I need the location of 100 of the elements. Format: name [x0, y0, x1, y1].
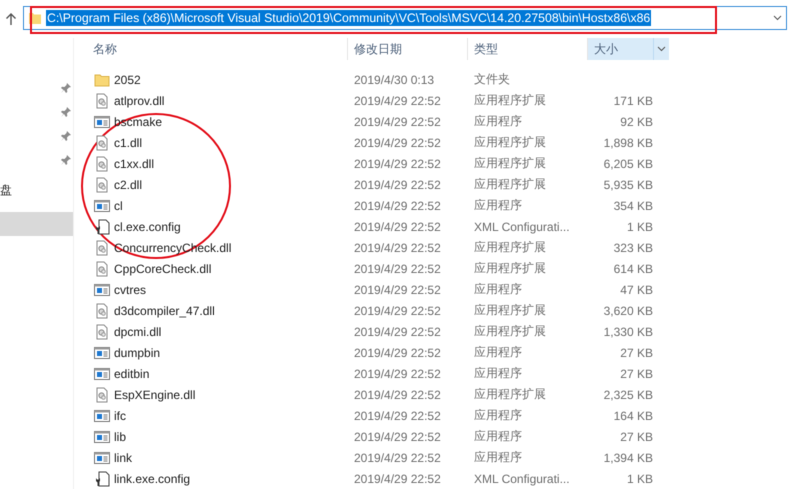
modified-date: 2019/4/29 22:52	[354, 262, 442, 276]
file-name[interactable]: cl	[94, 198, 348, 214]
modified-date: 2019/4/29 22:52	[354, 472, 442, 486]
chevron-icon	[657, 46, 666, 52]
modified-date: 2019/4/29 22:52	[354, 324, 442, 338]
modified-date: 2019/4/29 22:52	[354, 346, 442, 360]
file-size: 171 KB	[612, 94, 653, 108]
file-name[interactable]: c1.dll	[94, 134, 348, 150]
file-size: 27 KB	[619, 430, 653, 444]
file-type: 应用程序	[474, 449, 523, 466]
gear-file-icon	[94, 156, 110, 172]
file-size: 3,620 KB	[602, 304, 653, 318]
file-name[interactable]: d3dcompiler_47.dll	[94, 302, 348, 318]
address-bar[interactable]: C:\Program Files (x86)\Microsoft Visual Studio\2019\Community\VC\Tools\MSVC\14.20.27508\bin\Hostx86\x86	[23, 6, 787, 30]
file-type: 应用程序扩展	[474, 134, 547, 151]
file-name[interactable]: cvtres	[94, 282, 348, 298]
file-size: 164 KB	[612, 408, 653, 422]
file-name[interactable]: ifc	[94, 408, 348, 424]
modified-date: 2019/4/29 22:52	[354, 220, 442, 234]
up-arrow-icon[interactable]	[5, 13, 17, 25]
modified-date: 2019/4/29 22:52	[354, 408, 442, 422]
app-window-icon	[94, 282, 110, 298]
file-size: 323 KB	[612, 240, 653, 254]
file-type: XML Configurati...	[474, 220, 571, 234]
file-name[interactable]: link	[94, 450, 348, 466]
file-name[interactable]: lib	[94, 428, 348, 444]
modified-date: 2019/4/29 22:52	[354, 156, 442, 170]
column-header[interactable]: 名称	[74, 38, 348, 60]
gear-file-icon	[94, 92, 110, 108]
file-name[interactable]: atlprov.dll	[94, 92, 348, 108]
file-type: 应用程序	[474, 365, 523, 382]
file-type: 文件夹	[474, 71, 511, 88]
file-size: 6,205 KB	[602, 156, 653, 170]
file-name[interactable]: EspXEngine.dll	[94, 386, 348, 402]
pin-icon[interactable]	[60, 130, 72, 142]
file-size: 1 KB	[626, 220, 653, 234]
file-type: 应用程序扩展	[474, 239, 547, 256]
file-type: 应用程序	[474, 197, 523, 214]
file-type: 应用程序扩展	[474, 92, 547, 109]
gear-file-icon	[94, 134, 110, 150]
file-size: 1 KB	[626, 472, 653, 486]
modified-date: 2019/4/30 0:13	[354, 72, 436, 86]
file-size: 1,330 KB	[602, 324, 653, 338]
file-name[interactable]: dumpbin	[94, 344, 348, 360]
file-type: 应用程序扩展	[474, 176, 547, 193]
file-type: 应用程序扩展	[474, 386, 547, 403]
modified-date: 2019/4/29 22:52	[354, 430, 442, 444]
file-name[interactable]: cl.exe.config	[94, 218, 348, 234]
column-dropdown-button[interactable]	[653, 38, 669, 60]
pin-icon[interactable]	[60, 106, 72, 118]
file-size: 47 KB	[619, 282, 653, 296]
gear-file-icon	[94, 302, 110, 318]
app-window-icon	[94, 408, 110, 424]
file-size: 354 KB	[612, 198, 653, 212]
file-type: XML Configurati...	[474, 472, 571, 486]
pin-icon[interactable]	[60, 82, 72, 94]
config-file-icon	[94, 218, 110, 234]
file-type: 应用程序	[474, 407, 523, 424]
modified-date: 2019/4/29 22:52	[354, 366, 442, 380]
app-window-icon	[94, 344, 110, 360]
file-type: 应用程序	[474, 281, 523, 298]
dropdown-chevron-icon[interactable]	[773, 15, 782, 21]
app-window-icon	[94, 366, 110, 382]
file-type: 应用程序	[474, 113, 523, 130]
app-window-icon	[94, 114, 110, 130]
file-name[interactable]: link.exe.config	[94, 470, 348, 486]
app-window-icon	[94, 450, 110, 466]
modified-date: 2019/4/29 22:52	[354, 450, 442, 464]
file-size: 1,898 KB	[602, 136, 653, 150]
modified-date: 2019/4/29 22:52	[354, 136, 442, 150]
file-type: 应用程序	[474, 428, 523, 445]
file-name[interactable]: CppCoreCheck.dll	[94, 260, 348, 276]
file-type: 应用程序扩展	[474, 323, 547, 340]
file-size: 5,935 KB	[602, 178, 653, 192]
gear-file-icon	[94, 176, 110, 192]
modified-date: 2019/4/29 22:52	[354, 198, 442, 212]
gear-file-icon	[94, 386, 110, 402]
column-header[interactable]: 大小	[588, 38, 653, 60]
file-size: 2,325 KB	[602, 388, 653, 402]
gear-file-icon	[94, 324, 110, 340]
file-size: 27 KB	[619, 366, 653, 380]
column-header[interactable]: 修改日期	[348, 38, 468, 60]
gear-file-icon	[94, 260, 110, 276]
modified-date: 2019/4/29 22:52	[354, 114, 442, 128]
file-name[interactable]: c2.dll	[94, 176, 348, 192]
file-size: 1,394 KB	[602, 450, 653, 464]
modified-date: 2019/4/29 22:52	[354, 178, 442, 192]
pin-icon[interactable]	[60, 154, 72, 166]
modified-date: 2019/4/29 22:52	[354, 94, 442, 108]
file-name[interactable]: 2052	[94, 72, 348, 88]
file-name[interactable]: c1xx.dll	[94, 156, 348, 172]
drive-label: 盘	[0, 182, 12, 198]
file-type: 应用程序扩展	[474, 260, 547, 277]
modified-date: 2019/4/29 22:52	[354, 282, 442, 296]
folder-icon	[94, 72, 110, 88]
file-type: 应用程序扩展	[474, 155, 547, 172]
file-name[interactable]: editbin	[94, 366, 348, 382]
app-window-icon	[94, 198, 110, 214]
gear-file-icon	[94, 240, 110, 256]
file-name[interactable]: dpcmi.dll	[94, 324, 348, 340]
